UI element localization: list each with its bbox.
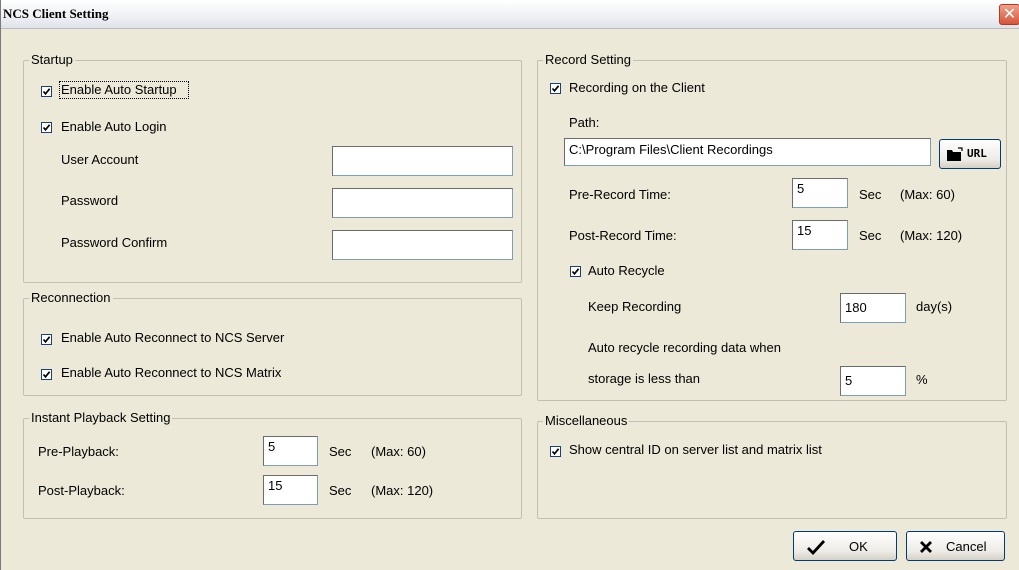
auto-login-label[interactable]: Enable Auto Login [61, 119, 167, 135]
password-label: Password [61, 193, 119, 208]
auto-recycle-label[interactable]: Auto Recycle [588, 263, 665, 279]
dialog-window: NCS Client Setting ✕ Startup Enable Auto… [0, 0, 1019, 570]
auto-startup-label[interactable]: Enable Auto Startup [61, 82, 177, 98]
reconnection-legend: Reconnection [29, 290, 113, 306]
auto-startup-checkbox[interactable] [41, 86, 52, 97]
checkmark-icon [42, 88, 51, 96]
ok-button-label: OK [849, 539, 868, 554]
cancel-button-label: Cancel [946, 539, 987, 554]
pre-record-label: Pre-Record Time: [569, 187, 671, 202]
central-id-checkbox[interactable] [550, 446, 561, 457]
post-record-label: Post-Record Time: [569, 228, 677, 243]
miscellaneous-legend: Miscellaneous [543, 413, 630, 429]
checkmark-icon [551, 448, 560, 456]
miscellaneous-group: Miscellaneous [537, 413, 1007, 519]
x-mark-icon [920, 541, 932, 553]
close-icon: ✕ [1002, 4, 1017, 23]
pre-record-unit: Sec [859, 187, 882, 202]
post-playback-max: (Max: 120) [371, 483, 434, 498]
post-record-max: (Max: 120) [900, 228, 963, 243]
recording-path-input[interactable]: C:\Program Files\Client Recordings [564, 138, 931, 166]
keep-recording-label: Keep Recording [588, 299, 682, 314]
password-confirm-label: Password Confirm [61, 235, 168, 250]
post-playback-label: Post-Playback: [38, 483, 125, 498]
user-account-input[interactable] [332, 146, 513, 176]
post-record-unit: Sec [859, 228, 882, 243]
pre-playback-label: Pre-Playback: [38, 444, 119, 459]
checkmark-icon [571, 268, 580, 276]
central-id-label[interactable]: Show central ID on server list and matri… [569, 442, 822, 458]
reconnection-group: Reconnection [23, 290, 522, 396]
cancel-button[interactable]: Cancel [906, 531, 1005, 561]
post-playback-unit: Sec [329, 483, 352, 498]
checkmark-icon [551, 85, 560, 93]
post-record-input[interactable]: 15 [792, 220, 848, 250]
folder-open-icon [947, 147, 963, 161]
reconnect-server-label[interactable]: Enable Auto Reconnect to NCS Server [61, 330, 284, 346]
storage-threshold-input[interactable]: 5 [840, 366, 906, 396]
close-button[interactable]: ✕ [999, 4, 1019, 25]
recording-client-checkbox[interactable] [550, 83, 561, 94]
url-button-label: URL [967, 147, 987, 160]
instant-playback-legend: Instant Playback Setting [29, 410, 173, 426]
pre-playback-unit: Sec [329, 444, 352, 459]
pre-record-max: (Max: 60) [900, 187, 955, 202]
reconnect-matrix-label[interactable]: Enable Auto Reconnect to NCS Matrix [61, 365, 281, 381]
storage-threshold-unit: % [916, 372, 928, 387]
ok-button[interactable]: OK [793, 531, 897, 561]
recording-client-label[interactable]: Recording on the Client [569, 80, 705, 96]
checkmark-icon [807, 540, 826, 555]
url-browse-button[interactable]: URL [939, 139, 1001, 169]
auto-recycle-checkbox[interactable] [570, 266, 581, 277]
keep-recording-unit: day(s) [916, 299, 953, 314]
window-title: NCS Client Setting [3, 6, 109, 21]
recycle-condition-line2: storage is less than [588, 371, 701, 386]
checkmark-icon [42, 124, 51, 132]
title-bar: NCS Client Setting ✕ [1, 0, 1019, 29]
password-confirm-input[interactable] [332, 230, 513, 260]
keep-recording-input[interactable]: 180 [840, 293, 906, 323]
path-label: Path: [569, 115, 600, 130]
post-playback-input[interactable]: 15 [263, 475, 318, 505]
auto-login-checkbox[interactable] [41, 122, 52, 133]
record-setting-legend: Record Setting [543, 52, 633, 68]
reconnect-matrix-checkbox[interactable] [41, 369, 52, 380]
pre-playback-input[interactable]: 5 [263, 436, 318, 466]
pre-record-input[interactable]: 5 [792, 178, 848, 208]
password-input[interactable] [332, 188, 513, 218]
recycle-condition-line1: Auto recycle recording data when [588, 340, 781, 355]
user-account-label: User Account [61, 152, 139, 167]
reconnect-server-checkbox[interactable] [41, 334, 52, 345]
checkmark-icon [42, 371, 51, 379]
pre-playback-max: (Max: 60) [371, 444, 426, 459]
checkmark-icon [42, 336, 51, 344]
startup-legend: Startup [29, 52, 75, 68]
